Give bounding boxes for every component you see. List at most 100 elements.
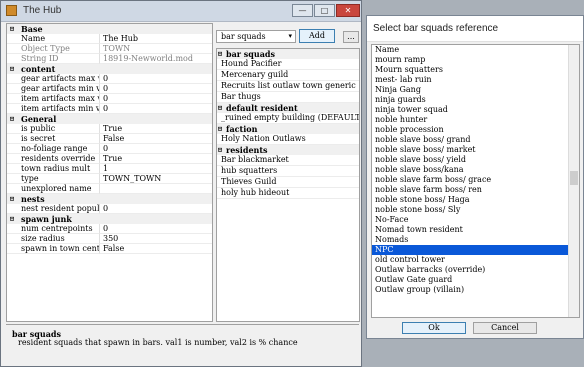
- property-row[interactable]: gear artifacts min value0: [7, 84, 212, 94]
- choice-item[interactable]: ninja guards: [372, 95, 579, 105]
- property-value[interactable]: True: [100, 154, 212, 164]
- collapse-icon[interactable]: ⊟: [10, 194, 14, 204]
- choice-item[interactable]: noble slave farm boss/ grace: [372, 175, 579, 185]
- collapse-icon[interactable]: ⊟: [10, 114, 14, 124]
- reference-item[interactable]: _ruined empty building (DEFAULT): [217, 113, 359, 124]
- choice-item[interactable]: mest- lab ruin: [372, 75, 579, 85]
- choice-item[interactable]: noble slave boss/ yield: [372, 155, 579, 165]
- property-row[interactable]: Object Type TOWN: [7, 44, 212, 54]
- property-value[interactable]: 1: [100, 164, 212, 174]
- choice-item[interactable]: Outlaw barracks (override): [372, 265, 579, 275]
- choice-item[interactable]: noble procession: [372, 125, 579, 135]
- choice-item[interactable]: noble stone boss/ Sly: [372, 205, 579, 215]
- cancel-button[interactable]: Cancel: [473, 322, 537, 334]
- property-row[interactable]: item artifacts max value0: [7, 94, 212, 104]
- main-title-bar[interactable]: The Hub — □ ✕: [1, 1, 361, 22]
- grid-category[interactable]: ⊟ spawn junk: [7, 214, 212, 224]
- property-row[interactable]: item artifacts min value0: [7, 104, 212, 114]
- dialog-title-bar[interactable]: Select bar squads reference: [367, 16, 583, 42]
- choice-item[interactable]: old control tower: [372, 255, 579, 265]
- property-value[interactable]: 0: [100, 104, 212, 114]
- scrollbar-thumb[interactable]: [570, 171, 578, 185]
- choice-item[interactable]: Mourn squatters: [372, 65, 579, 75]
- property-value[interactable]: 0: [100, 224, 212, 234]
- property-value[interactable]: The Hub: [100, 34, 212, 44]
- chevron-down-icon[interactable]: ▾: [288, 31, 292, 42]
- reference-item[interactable]: Bar thugs: [217, 92, 359, 103]
- collapse-icon[interactable]: ⊟: [218, 145, 222, 155]
- choice-item[interactable]: mourn ramp: [372, 55, 579, 65]
- vertical-scrollbar[interactable]: [568, 45, 579, 317]
- property-value[interactable]: 0: [100, 204, 212, 214]
- property-row[interactable]: is public True: [7, 124, 212, 134]
- property-row[interactable]: num centrepoints 0: [7, 224, 212, 234]
- property-row[interactable]: nest resident population0: [7, 204, 212, 214]
- choice-item[interactable]: Outlaw Gate guard: [372, 275, 579, 285]
- reference-item[interactable]: hub squatters: [217, 166, 359, 177]
- choice-item[interactable]: Outlaw group (villain): [372, 285, 579, 295]
- property-row[interactable]: String ID 18919-Newworld.mod: [7, 54, 212, 64]
- property-value[interactable]: [100, 184, 212, 194]
- property-row[interactable]: unexplored name: [7, 184, 212, 194]
- reference-item[interactable]: Thieves Guild: [217, 177, 359, 188]
- reference-item[interactable]: Hound Pacifier: [217, 59, 359, 70]
- reference-category[interactable]: ⊟ faction: [217, 124, 359, 134]
- collapse-icon[interactable]: ⊟: [10, 214, 14, 224]
- property-value[interactable]: False: [100, 244, 212, 254]
- reference-item[interactable]: Bar blackmarket: [217, 155, 359, 166]
- reference-category[interactable]: ⊟ default resident: [217, 103, 359, 113]
- close-button[interactable]: ✕: [336, 4, 360, 17]
- property-row[interactable]: residents override True: [7, 154, 212, 164]
- property-row[interactable]: no-foliage range 0: [7, 144, 212, 154]
- grid-category[interactable]: ⊟ content: [7, 64, 212, 74]
- ok-button[interactable]: Ok: [402, 322, 466, 334]
- property-value[interactable]: 350: [100, 234, 212, 244]
- choice-item[interactable]: noble stone boss/ Haga: [372, 195, 579, 205]
- reference-category[interactable]: ⊟ bar squads: [217, 49, 359, 59]
- property-row[interactable]: gear artifacts max value0: [7, 74, 212, 84]
- reference-item[interactable]: holy hub hideout: [217, 188, 359, 199]
- collapse-icon[interactable]: ⊟: [218, 124, 222, 134]
- choice-item[interactable]: ninja tower squad: [372, 105, 579, 115]
- choice-item[interactable]: Nomads: [372, 235, 579, 245]
- property-row[interactable]: spawn in town centre False: [7, 244, 212, 254]
- add-button[interactable]: Add: [299, 29, 335, 43]
- property-row[interactable]: town radius mult 1: [7, 164, 212, 174]
- choice-item[interactable]: NPC: [372, 245, 579, 255]
- choice-item[interactable]: noble slave boss/kana: [372, 165, 579, 175]
- more-options-button[interactable]: ...: [343, 31, 359, 43]
- minimize-button[interactable]: —: [292, 4, 313, 17]
- property-value[interactable]: TOWN_TOWN: [100, 174, 212, 184]
- property-row[interactable]: type TOWN_TOWN: [7, 174, 212, 184]
- reference-choices-list[interactable]: Name mourn ramp Mourn squatters mest- lab r…: [371, 44, 580, 318]
- property-value[interactable]: 0: [100, 84, 212, 94]
- choice-item[interactable]: noble slave boss/ market: [372, 145, 579, 155]
- reference-item[interactable]: Mercenary guild: [217, 70, 359, 81]
- choice-item[interactable]: noble slave boss/ grand: [372, 135, 579, 145]
- property-row[interactable]: Name The Hub: [7, 34, 212, 44]
- property-row[interactable]: size radius 350: [7, 234, 212, 244]
- reference-item[interactable]: Holy Nation Outlaws: [217, 134, 359, 145]
- property-row[interactable]: is secret False: [7, 134, 212, 144]
- choice-item[interactable]: Ninja Gang: [372, 85, 579, 95]
- property-value[interactable]: 0: [100, 144, 212, 154]
- choice-item[interactable]: Nomad town resident: [372, 225, 579, 235]
- grid-category[interactable]: ⊟ General: [7, 114, 212, 124]
- property-value[interactable]: 18919-Newworld.mod: [100, 54, 212, 64]
- property-value[interactable]: 0: [100, 94, 212, 104]
- property-value[interactable]: TOWN: [100, 44, 212, 54]
- collapse-icon[interactable]: ⊟: [10, 64, 14, 74]
- property-value[interactable]: 0: [100, 74, 212, 84]
- property-value[interactable]: False: [100, 134, 212, 144]
- choice-item[interactable]: noble slave farm boss/ ren: [372, 185, 579, 195]
- reference-type-combo[interactable]: bar squads ▾: [216, 30, 296, 43]
- grid-category[interactable]: ⊟ Base: [7, 24, 212, 34]
- property-value[interactable]: True: [100, 124, 212, 134]
- choice-item[interactable]: noble hunter: [372, 115, 579, 125]
- reference-item[interactable]: Recruits list outlaw town generic: [217, 81, 359, 92]
- collapse-icon[interactable]: ⊟: [10, 24, 14, 34]
- collapse-icon[interactable]: ⊟: [218, 49, 222, 59]
- reference-category[interactable]: ⊟ residents: [217, 145, 359, 155]
- maximize-button[interactable]: □: [314, 4, 335, 17]
- grid-category[interactable]: ⊟ nests: [7, 194, 212, 204]
